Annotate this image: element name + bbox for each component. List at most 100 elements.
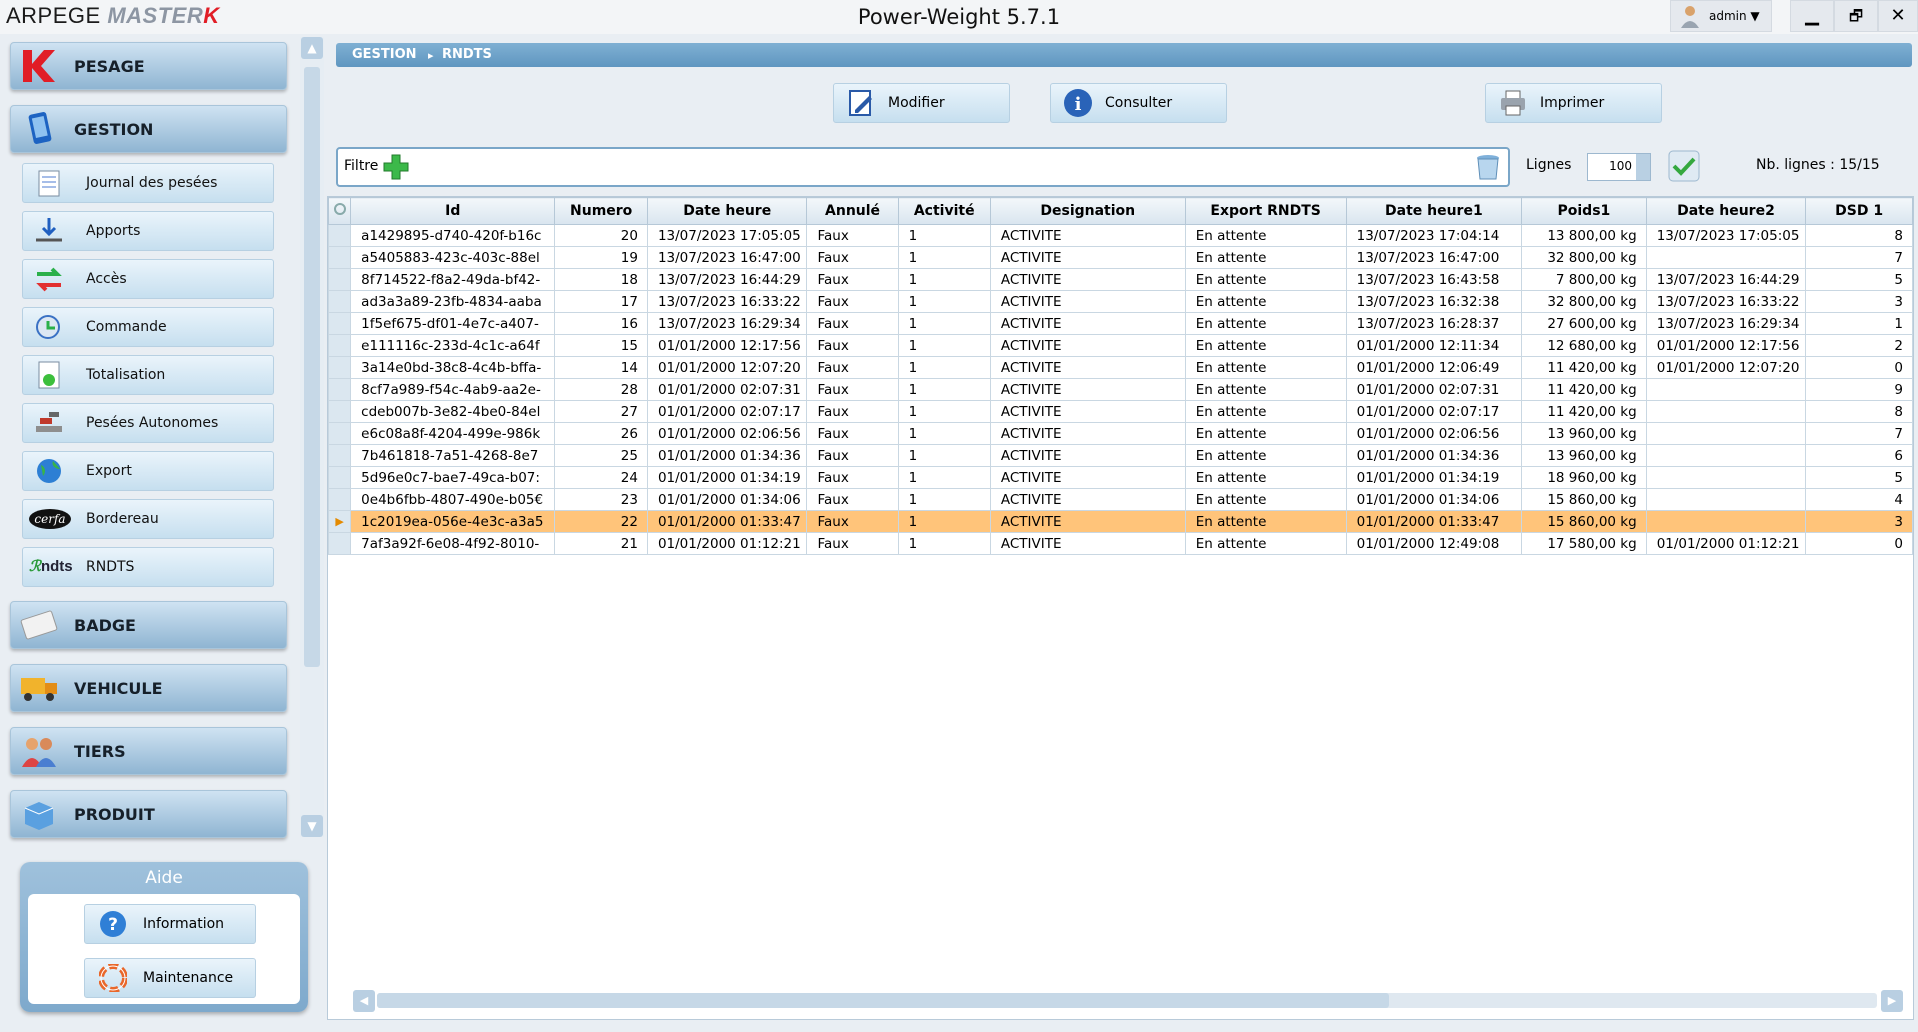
table-cell: ACTIVITE	[989, 356, 1186, 379]
table-row[interactable]: 0e4b6fbb-4807-490e-b05€ 23 01/01/2000 01:3…	[327, 488, 1913, 511]
table-cell: Faux	[806, 246, 899, 269]
table-row[interactable]: 3a14e0bd-38c8-4c4b-bffa- 14 01/01/2000 12:…	[327, 356, 1913, 379]
apply-check-icon[interactable]	[1668, 150, 1700, 182]
row-selector[interactable]	[327, 466, 352, 489]
row-selector[interactable]	[327, 268, 352, 291]
row-selector[interactable]	[327, 532, 352, 555]
table-cell: Faux	[806, 378, 899, 401]
truck-icon	[21, 678, 57, 701]
table-row[interactable]: a1429895-d740-420f-b16c 20 13/07/2023 17:0…	[327, 224, 1913, 247]
breadcrumb: GESTION ▸ RNDTS	[336, 43, 1912, 67]
cerfa-icon: cerfa	[29, 509, 71, 529]
lignes-spinner[interactable]	[1636, 154, 1650, 180]
table-row[interactable]: ad3a3a89-23fb-4834-aaba 17 13/07/2023 16:3…	[327, 290, 1913, 313]
column-header[interactable]: Numero	[554, 197, 648, 225]
table-row[interactable]: 5d96e0c7-bae7-49ca-b07: 24 01/01/2000 01:3…	[327, 466, 1913, 489]
scroll-up-icon[interactable]: ▲	[301, 37, 323, 59]
filter-bar[interactable]: Filtre	[336, 147, 1510, 187]
column-header[interactable]: Export RNDTS	[1184, 197, 1347, 225]
modifier-button[interactable]: Modifier	[833, 83, 1010, 123]
sidebar-scrollbar[interactable]: ▲ ▼	[300, 37, 324, 837]
row-selector[interactable]	[327, 224, 352, 247]
consulter-button[interactable]: i Consulter	[1050, 83, 1227, 123]
table-cell: 01/01/2000 01:34:36	[1345, 444, 1523, 467]
scroll-thumb[interactable]	[377, 993, 1389, 1008]
sidebar-scroll-thumb[interactable]	[304, 67, 320, 667]
table-row[interactable]: e6c08a8f-4204-499e-986k 26 01/01/2000 02:0…	[327, 422, 1913, 445]
table-row[interactable]: 8cf7a989-f54c-4ab9-aa2e- 28 01/01/2000 02:…	[327, 378, 1913, 401]
restore-button[interactable]: 🗗	[1834, 0, 1878, 32]
order-icon	[36, 315, 60, 339]
row-selector[interactable]	[327, 246, 352, 269]
row-selector[interactable]: ▶	[327, 510, 352, 533]
imprimer-button[interactable]: Imprimer	[1485, 83, 1662, 123]
breadcrumb-gestion[interactable]: GESTION	[352, 47, 417, 62]
table-row[interactable]: 7af3a92f-6e08-4f92-8010- 21 01/01/2000 01:…	[327, 532, 1913, 555]
column-header[interactable]: Activité	[897, 197, 991, 225]
row-selector[interactable]	[327, 444, 352, 467]
row-selector[interactable]	[327, 422, 352, 445]
table-row[interactable]: a5405883-423c-403c-88el 19 13/07/2023 16:4…	[327, 246, 1913, 269]
information-button[interactable]: ? Information	[84, 904, 256, 944]
user-menu[interactable]: admin ▼	[1670, 0, 1772, 32]
row-selector[interactable]	[327, 400, 352, 423]
row-selector[interactable]	[327, 290, 352, 313]
column-header[interactable]: Date heure	[646, 197, 808, 225]
horizontal-scrollbar[interactable]: ◀ ▶	[353, 990, 1903, 1012]
category-tiers[interactable]: TIERS	[10, 727, 287, 775]
close-button[interactable]: ✕	[1878, 0, 1918, 32]
table-cell: 1	[897, 444, 991, 467]
scroll-down-icon[interactable]: ▼	[301, 815, 323, 837]
table-cell: Faux	[806, 224, 899, 247]
row-selector[interactable]	[327, 312, 352, 335]
maintenance-button[interactable]: Maintenance	[84, 958, 256, 998]
row-selector[interactable]	[327, 356, 352, 379]
minimize-button[interactable]: ▁	[1790, 0, 1834, 32]
aide-title: Aide	[145, 868, 183, 888]
sidebar-item-pesees-autonomes[interactable]: Pesées Autonomes	[22, 403, 274, 443]
trash-icon[interactable]	[1474, 152, 1502, 182]
row-selector[interactable]	[327, 488, 352, 511]
table-row[interactable]: 7b461818-7a51-4268-8e7 25 01/01/2000 01:34…	[327, 444, 1913, 467]
sidebar-item-export[interactable]: Export	[22, 451, 274, 491]
sidebar-item-bordereau[interactable]: cerfa Bordereau	[22, 499, 274, 539]
category-gestion[interactable]: GESTION	[10, 105, 287, 153]
table-cell: 01/01/2000 01:34:19	[1345, 466, 1523, 489]
add-filter-icon[interactable]	[382, 153, 410, 181]
scroll-left-icon[interactable]: ◀	[353, 990, 375, 1012]
svg-text:i: i	[1075, 94, 1082, 115]
category-pesage[interactable]: PESAGE	[10, 42, 287, 90]
table-row[interactable]: 8f714522-f8a2-49da-bf42- 18 13/07/2023 16:…	[327, 268, 1913, 291]
sidebar-item-apports[interactable]: Apports	[22, 211, 274, 251]
column-header[interactable]: Annulé	[806, 197, 899, 225]
sidebar-item-rndts[interactable]: ℛndts RNDTS	[22, 547, 274, 587]
row-selector[interactable]	[327, 334, 352, 357]
table-row[interactable]: 1f5ef675-df01-4e7c-a407- 16 13/07/2023 16:…	[327, 312, 1913, 335]
column-header[interactable]: Designation	[989, 197, 1186, 225]
table-cell: ACTIVITE	[989, 400, 1186, 423]
help-icon: ?	[100, 911, 126, 937]
sidebar-item-acces[interactable]: Accès	[22, 259, 274, 299]
column-header[interactable]: Id	[350, 197, 556, 225]
scroll-right-icon[interactable]: ▶	[1881, 990, 1903, 1012]
lignes-input[interactable]: 100	[1587, 153, 1651, 181]
table-cell: 01/01/2000 12:06:49	[1345, 356, 1523, 379]
column-header[interactable]: Date heure1	[1345, 197, 1523, 225]
sidebar-item-totalisation[interactable]: Totalisation	[22, 355, 274, 395]
table-row[interactable]: ▶ 1c2019ea-056e-4e3c-a3a5 22 01/01/2000 01:…	[327, 510, 1913, 533]
table-row[interactable]: cdeb007b-3e82-4be0-84el 27 01/01/2000 02:0…	[327, 400, 1913, 423]
category-produit[interactable]: PRODUIT	[10, 790, 287, 838]
category-vehicule[interactable]: VEHICULE	[10, 664, 287, 712]
autonomous-scale-icon	[36, 412, 62, 432]
table-cell: 25	[554, 444, 648, 467]
table-row[interactable]: e111116c-233d-4c1c-a64f 15 01/01/2000 12:1…	[327, 334, 1913, 357]
header-selector[interactable]	[327, 197, 352, 225]
row-selector[interactable]	[327, 378, 352, 401]
column-header[interactable]: Poids1	[1521, 197, 1647, 225]
sidebar-item-commande[interactable]: Commande	[22, 307, 274, 347]
column-header[interactable]: DSD 1	[1805, 197, 1913, 225]
category-badge[interactable]: BADGE	[10, 601, 287, 649]
column-header[interactable]: Date heure2	[1645, 197, 1807, 225]
table-cell: 1	[897, 422, 991, 445]
sidebar-item-journal[interactable]: Journal des pesées	[22, 163, 274, 203]
